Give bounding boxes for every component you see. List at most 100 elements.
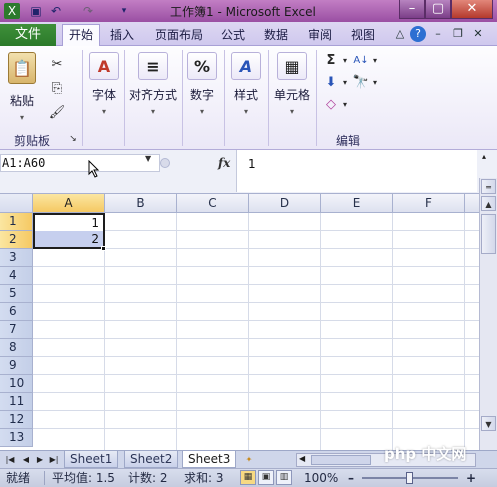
fill-handle[interactable] bbox=[101, 246, 106, 251]
paste-dropdown-icon[interactable]: ▾ bbox=[8, 113, 36, 122]
cells-dropdown-icon: ▾ bbox=[289, 107, 294, 116]
row-header-11[interactable]: 11 bbox=[0, 393, 33, 411]
normal-view-icon[interactable]: ▦ bbox=[240, 470, 256, 485]
tab-data[interactable]: 数据 bbox=[258, 25, 294, 46]
sheet-tab-3[interactable]: Sheet3 bbox=[182, 451, 237, 468]
row-header-10[interactable]: 10 bbox=[0, 375, 33, 393]
column-header-b[interactable]: B bbox=[105, 194, 177, 213]
scroll-thumb[interactable] bbox=[481, 214, 496, 254]
column-header-d[interactable]: D bbox=[249, 194, 321, 213]
row-header-9[interactable]: 9 bbox=[0, 357, 33, 375]
customize-icon[interactable]: ▾ bbox=[116, 3, 132, 19]
sort-dropdown-icon[interactable]: ▾ bbox=[366, 52, 384, 70]
first-sheet-icon[interactable]: |◀ bbox=[4, 453, 16, 466]
column-header-a[interactable]: A bbox=[33, 194, 105, 213]
sheet-tab-1[interactable]: Sheet1 bbox=[64, 451, 119, 468]
zoom-in-icon[interactable]: + bbox=[466, 469, 476, 487]
row-header-7[interactable]: 7 bbox=[0, 321, 33, 339]
undo-icon[interactable]: ↶ bbox=[48, 3, 64, 19]
cells-button[interactable]: ▦ 单元格 ▾ bbox=[272, 52, 312, 116]
help-icon[interactable]: ? bbox=[410, 26, 426, 42]
row-header-2[interactable]: 2 bbox=[0, 231, 33, 249]
vertical-scrollbar[interactable]: ═ ▲ ▼ bbox=[479, 178, 497, 450]
number-button[interactable]: % 数字 ▾ bbox=[186, 52, 218, 116]
scroll-up-icon[interactable]: ▲ bbox=[481, 196, 496, 211]
zoom-level[interactable]: 100% bbox=[304, 469, 338, 487]
column-header-f[interactable]: F bbox=[393, 194, 465, 213]
alignment-dropdown-icon: ▾ bbox=[150, 107, 155, 116]
row-header-3[interactable]: 3 bbox=[0, 249, 33, 267]
status-bar: 就绪 平均值: 1.5 计数: 2 求和: 3 ▦ ▣ ▥ 100% – + bbox=[0, 468, 497, 487]
row-header-6[interactable]: 6 bbox=[0, 303, 33, 321]
row-header-4[interactable]: 4 bbox=[0, 267, 33, 285]
maximize-button[interactable]: ▢ bbox=[425, 0, 451, 19]
close-button[interactable]: ✕ bbox=[451, 0, 493, 19]
font-button[interactable]: A 字体 ▾ bbox=[88, 52, 120, 116]
format-painter-icon[interactable]: 🖌 bbox=[48, 104, 66, 122]
zoom-slider-thumb[interactable] bbox=[406, 472, 413, 484]
formula-bar-resize-handle[interactable] bbox=[160, 158, 170, 168]
cell-a1[interactable]: 1 bbox=[35, 215, 103, 232]
tab-page-layout[interactable]: 页面布局 bbox=[149, 25, 209, 46]
alignment-button[interactable]: ≡ 对齐方式 ▾ bbox=[128, 52, 178, 116]
row-header-13[interactable]: 13 bbox=[0, 429, 33, 447]
doc-close-icon[interactable]: ✕ bbox=[470, 26, 486, 42]
doc-minimize-icon[interactable]: – bbox=[430, 26, 446, 42]
row-header-1[interactable]: 1 bbox=[0, 213, 33, 231]
next-sheet-icon[interactable]: ▶ bbox=[34, 453, 46, 466]
save-icon[interactable]: ▣ bbox=[28, 3, 44, 19]
copy-icon[interactable]: ⎘ bbox=[48, 80, 66, 98]
ribbon-collapse-icon[interactable]: △ bbox=[392, 26, 408, 42]
name-box-dropdown-icon[interactable]: ▼ bbox=[145, 154, 151, 163]
row-header-5[interactable]: 5 bbox=[0, 285, 33, 303]
doc-restore-icon[interactable]: ❐ bbox=[450, 26, 466, 42]
formula-expand-icon[interactable]: ▴ bbox=[482, 152, 486, 161]
tab-home[interactable]: 开始 bbox=[62, 24, 101, 47]
tab-insert[interactable]: 插入 bbox=[104, 25, 140, 46]
scroll-left-icon[interactable]: ◀ bbox=[299, 454, 305, 463]
tab-file[interactable]: 文件 bbox=[0, 24, 56, 46]
group-separator bbox=[182, 50, 183, 146]
formula-input[interactable] bbox=[236, 150, 477, 192]
styles-button[interactable]: A 样式 ▾ bbox=[230, 52, 262, 116]
insert-function-icon[interactable]: fx bbox=[218, 156, 230, 170]
paste-button[interactable]: 📋 粘贴 ▾ bbox=[8, 52, 36, 122]
insert-sheet-icon[interactable]: ✦ bbox=[240, 453, 258, 466]
scroll-down-icon[interactable]: ▼ bbox=[481, 416, 496, 431]
clear-dropdown-icon[interactable]: ▾ bbox=[336, 96, 354, 114]
spreadsheet-grid[interactable]: A B C D E F 1 2 3 4 5 6 7 8 9 10 11 12 1… bbox=[0, 194, 479, 450]
zoom-out-icon[interactable]: – bbox=[348, 469, 354, 487]
tab-formulas[interactable]: 公式 bbox=[215, 25, 251, 46]
excel-logo-icon[interactable]: X bbox=[4, 3, 20, 19]
paste-icon: 📋 bbox=[8, 52, 36, 84]
watermark-text: php 中文网 bbox=[384, 445, 467, 463]
horizontal-scroll-thumb[interactable] bbox=[311, 455, 371, 465]
minimize-button[interactable]: – bbox=[399, 0, 425, 19]
redo-icon[interactable]: ↷ bbox=[80, 3, 96, 19]
row-header-8[interactable]: 8 bbox=[0, 339, 33, 357]
font-dropdown-icon: ▾ bbox=[101, 107, 106, 116]
split-box-icon[interactable]: ═ bbox=[481, 179, 496, 194]
column-header-e[interactable]: E bbox=[321, 194, 393, 213]
number-format-icon: % bbox=[187, 52, 217, 80]
group-separator bbox=[124, 50, 125, 146]
sheet-tab-2[interactable]: Sheet2 bbox=[124, 451, 179, 468]
tab-review[interactable]: 审阅 bbox=[302, 25, 338, 46]
name-box[interactable]: A1:A60 bbox=[0, 154, 160, 172]
find-dropdown-icon[interactable]: ▾ bbox=[366, 74, 384, 92]
select-all-corner[interactable] bbox=[0, 194, 33, 213]
row-header-12[interactable]: 12 bbox=[0, 411, 33, 429]
page-layout-view-icon[interactable]: ▣ bbox=[258, 470, 274, 485]
group-separator bbox=[224, 50, 225, 146]
last-sheet-icon[interactable]: ▶| bbox=[48, 453, 60, 466]
styles-label: 样式 bbox=[233, 88, 258, 102]
prev-sheet-icon[interactable]: ◀ bbox=[20, 453, 32, 466]
tab-view[interactable]: 视图 bbox=[345, 25, 381, 46]
cut-icon[interactable]: ✂ bbox=[48, 56, 66, 74]
cell-a2[interactable]: 2 bbox=[35, 231, 103, 248]
column-header-g[interactable] bbox=[465, 194, 479, 213]
page-break-view-icon[interactable]: ▥ bbox=[276, 470, 292, 485]
gridline bbox=[33, 338, 479, 339]
column-header-c[interactable]: C bbox=[177, 194, 249, 213]
clipboard-launcher-icon[interactable]: ↘ bbox=[64, 130, 82, 148]
